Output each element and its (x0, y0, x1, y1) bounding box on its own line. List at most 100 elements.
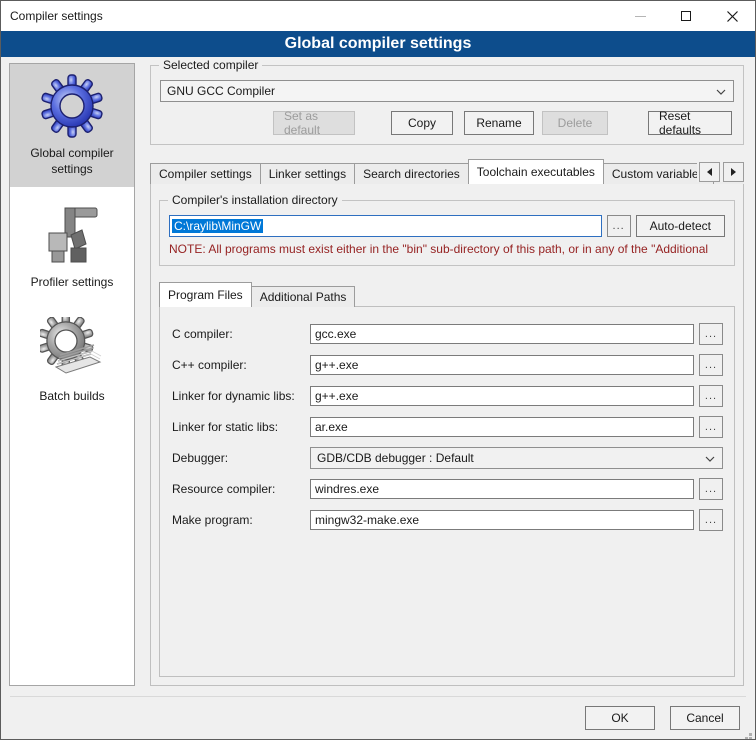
ellipsis-label: ... (705, 483, 717, 495)
copy-button[interactable]: Copy (391, 111, 453, 135)
resource-compiler-input[interactable] (310, 479, 694, 499)
chevron-down-icon (705, 456, 715, 462)
debugger-select[interactable]: GDB/CDB debugger : Default (310, 447, 723, 469)
titlebar: Compiler settings (1, 1, 755, 31)
chevron-down-icon (716, 89, 726, 95)
maximize-button[interactable] (663, 1, 709, 31)
browse-button[interactable]: ... (699, 478, 723, 500)
settings-category-sidebar: Global compiler settings Profiler settin… (9, 63, 135, 686)
ellipsis-label: ... (705, 514, 717, 526)
auto-detect-button[interactable]: Auto-detect (636, 215, 725, 237)
make-program-input[interactable] (310, 510, 694, 530)
field-label: Resource compiler: (172, 482, 310, 496)
button-label: Auto-detect (650, 219, 711, 233)
dialog-header: Global compiler settings (1, 31, 755, 57)
group-label: Selected compiler (159, 58, 262, 72)
main-panel: Selected compiler GNU GCC Compiler Set a… (150, 63, 744, 686)
button-label: OK (611, 711, 628, 725)
close-icon (727, 11, 738, 22)
field-label: Linker for static libs: (172, 420, 310, 434)
browse-button[interactable]: ... (699, 385, 723, 407)
sidebar-item-label: Profiler settings (31, 275, 114, 291)
sidebar-item-label: Global compiler settings (14, 146, 130, 177)
reset-defaults-button[interactable]: Reset defaults (648, 111, 732, 135)
window-controls (617, 1, 755, 31)
ellipsis-label: ... (705, 359, 717, 371)
field-label: C++ compiler: (172, 358, 310, 372)
sidebar-item-label: Batch builds (39, 389, 104, 405)
cpp-compiler-input[interactable] (310, 355, 694, 375)
form-row-c-compiler: C compiler: ... (172, 323, 723, 345)
minimize-icon (635, 16, 646, 17)
browse-button[interactable]: ... (699, 323, 723, 345)
button-label: Set as default (284, 109, 344, 137)
form-row-cpp-compiler: C++ compiler: ... (172, 354, 723, 376)
settings-tabstrip: Compiler settings Linker settings Search… (150, 159, 744, 184)
form-row-linker-dynamic: Linker for dynamic libs: ... (172, 385, 723, 407)
sidebar-item-profiler-settings[interactable]: Profiler settings (10, 193, 134, 301)
group-label: Compiler's installation directory (168, 193, 342, 207)
browse-button[interactable]: ... (699, 509, 723, 531)
button-label: Cancel (686, 711, 723, 725)
button-label: Reset defaults (659, 109, 721, 137)
caliper-icon (40, 203, 104, 267)
window-title: Compiler settings (1, 9, 103, 23)
ok-button[interactable]: OK (585, 706, 655, 730)
arrow-right-icon (731, 168, 736, 176)
cancel-button[interactable]: Cancel (670, 706, 740, 730)
delete-button[interactable]: Delete (542, 111, 608, 135)
tab-label: Toolchain executables (477, 165, 595, 179)
installation-directory-input[interactable]: C:\raylib\MinGW (169, 215, 602, 237)
button-label: Delete (558, 116, 593, 130)
form-row-debugger: Debugger: GDB/CDB debugger : Default (172, 447, 723, 469)
selected-text: C:\raylib\MinGW (172, 219, 263, 233)
field-label: Debugger: (172, 451, 310, 465)
form-row-resource-compiler: Resource compiler: ... (172, 478, 723, 500)
tab-program-files[interactable]: Program Files (159, 282, 252, 307)
tab-label: Program Files (168, 288, 243, 302)
tab-compiler-settings[interactable]: Compiler settings (150, 163, 261, 184)
compiler-select[interactable]: GNU GCC Compiler (160, 80, 734, 102)
browse-button[interactable]: ... (699, 354, 723, 376)
ellipsis-label: ... (705, 328, 717, 340)
compiler-buttons-row: Set as default Copy Rename Delete Reset … (160, 111, 734, 135)
button-label: Copy (408, 116, 436, 130)
field-label: C compiler: (172, 327, 310, 341)
tab-scroll-left-button[interactable] (699, 162, 720, 182)
blue-gear-icon (40, 74, 104, 138)
ellipsis-label: ... (705, 421, 717, 433)
tab-additional-paths[interactable]: Additional Paths (251, 286, 356, 307)
installation-directory-row: C:\raylib\MinGW ... Auto-detect (169, 215, 725, 237)
sidebar-item-batch-builds[interactable]: Batch builds (10, 307, 134, 415)
resize-grip[interactable] (749, 733, 752, 736)
close-button[interactable] (709, 1, 755, 31)
gear-stack-icon (40, 317, 104, 381)
tab-label: Compiler settings (159, 167, 252, 181)
tab-label: Search directories (363, 167, 460, 181)
c-compiler-input[interactable] (310, 324, 694, 344)
linker-static-input[interactable] (310, 417, 694, 437)
page-title: Global compiler settings (285, 35, 472, 53)
linker-dynamic-input[interactable] (310, 386, 694, 406)
browse-directory-button[interactable]: ... (607, 215, 631, 237)
rename-button[interactable]: Rename (464, 111, 534, 135)
program-files-notebook: Program Files Additional Paths C compile… (159, 282, 735, 677)
ellipsis-label: ... (705, 390, 717, 402)
form-row-make-program: Make program: ... (172, 509, 723, 531)
tab-scroll-right-button[interactable] (723, 162, 744, 182)
tab-label: Additional Paths (260, 290, 347, 304)
tab-scroll-arrows (697, 162, 744, 182)
tab-search-directories[interactable]: Search directories (354, 163, 469, 184)
sidebar-item-global-compiler-settings[interactable]: Global compiler settings (10, 64, 134, 187)
tab-label: Linker settings (269, 167, 346, 181)
set-as-default-button[interactable]: Set as default (273, 111, 355, 135)
minimize-button[interactable] (617, 1, 663, 31)
browse-button[interactable]: ... (699, 416, 723, 438)
selected-compiler-group: Selected compiler GNU GCC Compiler Set a… (150, 65, 744, 145)
field-label: Linker for dynamic libs: (172, 389, 310, 403)
tab-toolchain-executables[interactable]: Toolchain executables (468, 159, 604, 184)
footer: OK Cancel (1, 697, 755, 739)
compiler-select-value: GNU GCC Compiler (167, 84, 275, 98)
tab-linker-settings[interactable]: Linker settings (260, 163, 355, 184)
field-label: Make program: (172, 513, 310, 527)
